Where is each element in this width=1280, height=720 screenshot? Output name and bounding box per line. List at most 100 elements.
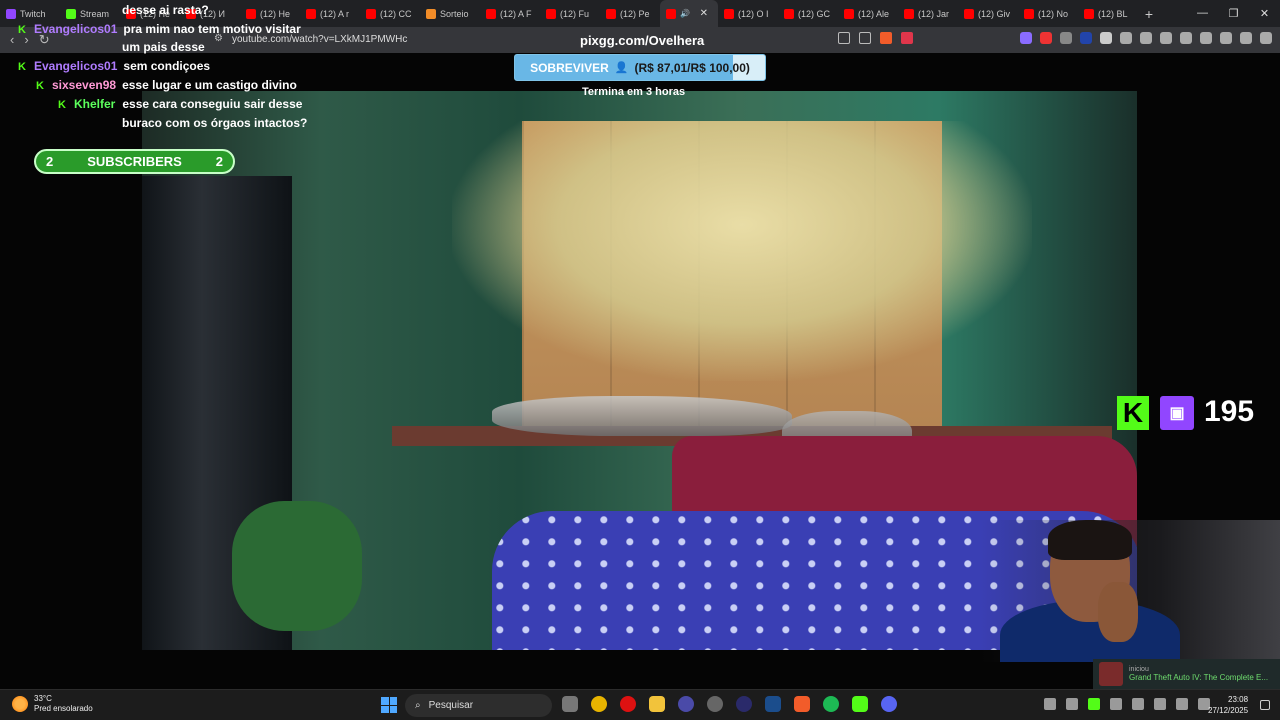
tab-label: (12) A F — [500, 8, 532, 19]
leo-icon[interactable] — [1220, 32, 1232, 44]
goal-label: SOBREVIVER — [530, 60, 609, 75]
tab-favicon-icon — [724, 8, 734, 19]
brave-rewards-icon[interactable] — [901, 32, 913, 44]
spotify-icon[interactable] — [823, 696, 839, 712]
sun-icon — [12, 696, 28, 712]
brave-shield-icon[interactable] — [880, 32, 892, 44]
browser-tab[interactable]: (12) GC — [778, 0, 838, 27]
browser-tab[interactable]: (12) O I — [718, 0, 778, 27]
tab-favicon-icon — [1084, 8, 1094, 19]
wallet-icon[interactable] — [1200, 32, 1212, 44]
opera-icon[interactable] — [620, 696, 636, 712]
extension-icon[interactable] — [1040, 32, 1052, 44]
stream-notification[interactable]: iniciou Grand Theft Auto IV: The Complet… — [1093, 659, 1280, 689]
restore-icon[interactable]: ❐ — [1218, 7, 1249, 20]
chat-username[interactable]: Evangelicos01 — [34, 59, 117, 73]
steam-icon[interactable] — [765, 696, 781, 712]
taskbar-search[interactable]: ⌕ Pesquisar — [405, 694, 552, 717]
tab-favicon-icon — [964, 8, 974, 19]
tab-label: (12) No — [1038, 8, 1069, 19]
browser-tab[interactable]: (12) CC — [360, 0, 420, 27]
extension-icon[interactable] — [1060, 32, 1072, 44]
windows-start-icon[interactable] — [381, 697, 397, 713]
brave-icon[interactable] — [794, 696, 810, 712]
weather-widget[interactable]: 33°C Pred ensolarado — [12, 694, 93, 714]
tab-label: (12) BL — [1098, 8, 1128, 19]
chevron-up-icon[interactable] — [1044, 698, 1056, 710]
weather-condition: Pred ensolarado — [34, 704, 93, 713]
tab-label: (12) GC — [798, 8, 831, 19]
puzzle-icon[interactable] — [1120, 32, 1132, 44]
browser-tab[interactable]: (12) Giv — [958, 0, 1018, 27]
chat-message: desse ai rasta? — [122, 1, 209, 19]
temperature: 33°C — [34, 694, 52, 703]
discord-icon[interactable] — [881, 696, 897, 712]
minimize-icon[interactable]: — — [1187, 7, 1218, 20]
browser-tab[interactable]: (12) Jar — [898, 0, 958, 27]
share-icon[interactable] — [859, 32, 871, 44]
tab-label: (12) CC — [380, 8, 412, 19]
chat-username[interactable]: Evangelicos01 — [34, 22, 117, 36]
browser-tab[interactable]: (12) Ale — [838, 0, 898, 27]
speaker-icon[interactable]: 🔊 — [680, 9, 690, 18]
tab-label: (12) Giv — [978, 8, 1011, 19]
chat-username[interactable]: sixseven98 — [52, 78, 116, 92]
tab-favicon-icon — [844, 8, 854, 19]
task-view-icon[interactable] — [562, 696, 578, 712]
browser-tab[interactable]: (12) A F — [480, 0, 540, 27]
chat-text: pra mim nao tem motivo visitar — [123, 22, 301, 36]
close-tab-icon[interactable]: ✕ — [700, 8, 708, 19]
music-icon[interactable] — [1160, 32, 1172, 44]
streamer-hair — [1048, 520, 1132, 560]
mic-icon[interactable] — [1154, 698, 1166, 710]
extension-icon[interactable] — [1080, 32, 1092, 44]
menu-icon[interactable] — [1260, 32, 1272, 44]
cast-icon[interactable] — [838, 32, 850, 44]
tray-icon[interactable] — [1066, 698, 1078, 710]
chrome-icon[interactable] — [591, 696, 607, 712]
screenshot-icon[interactable] — [1140, 32, 1152, 44]
donation-goal: SOBREVIVER 👤 (R$ 87,01/R$ 100,00) — [514, 54, 766, 81]
sidebar-icon[interactable] — [1180, 32, 1192, 44]
app-icon[interactable] — [707, 696, 723, 712]
kick-badge-icon: K — [18, 61, 26, 73]
chat-message: um pais desse — [122, 38, 205, 56]
close-icon[interactable]: ✕ — [1249, 7, 1280, 20]
new-tab-button[interactable]: + — [1138, 6, 1160, 22]
chat-text: esse cara conseguiu sair desse — [122, 97, 303, 111]
browser-tab[interactable]: (12) BL — [1078, 0, 1138, 27]
tab-label: (12) Fu — [560, 8, 590, 19]
tray-icon[interactable] — [1110, 698, 1122, 710]
browser-tab[interactable]: (12) Fu — [540, 0, 600, 27]
person-icon: 👤 — [614, 62, 629, 74]
tab-favicon-icon — [666, 8, 676, 19]
browser-tab[interactable]: (12) Pe — [600, 0, 660, 27]
notification-bell-icon[interactable] — [1260, 700, 1270, 710]
tray-icon[interactable] — [1132, 698, 1144, 710]
streamer-hand — [1098, 582, 1138, 642]
chat-username[interactable]: Khelfer — [74, 97, 115, 111]
subscribers-counter: 2 SUBSCRIBERS 2 — [34, 149, 235, 174]
taskbar-apps — [562, 696, 897, 712]
window-controls: — ❐ ✕ — [1187, 7, 1280, 20]
tab-favicon-icon — [546, 8, 556, 19]
app-icon[interactable] — [852, 696, 868, 712]
tab-active[interactable]: 🔊 ✕ — [660, 0, 718, 27]
app-icon[interactable] — [736, 696, 752, 712]
tray-icon[interactable] — [1176, 698, 1188, 710]
browser-tab[interactable]: Sorteio — [420, 0, 480, 27]
app-icon[interactable] — [678, 696, 694, 712]
tray-icon[interactable] — [1088, 698, 1100, 710]
screen: Twitch Stream (12) He (12) И (12) He (12) A r… — [0, 0, 1280, 720]
extension-icon[interactable] — [1020, 32, 1032, 44]
weather-text: 33°C Pred ensolarado — [34, 694, 93, 714]
clock-time: 23:08 — [1228, 695, 1249, 704]
extension-icon[interactable] — [1100, 32, 1112, 44]
system-clock[interactable]: 23:08 27/12/2025 — [1208, 694, 1248, 716]
file-explorer-icon[interactable] — [649, 696, 665, 712]
foil-sheet — [492, 396, 792, 436]
notification-title: Grand Theft Auto IV: The Complete E... — [1129, 673, 1269, 682]
goal-amount: (R$ 87,01/R$ 100,00) — [634, 60, 750, 75]
browser-tab[interactable]: (12) No — [1018, 0, 1078, 27]
vpn-icon[interactable] — [1240, 32, 1252, 44]
